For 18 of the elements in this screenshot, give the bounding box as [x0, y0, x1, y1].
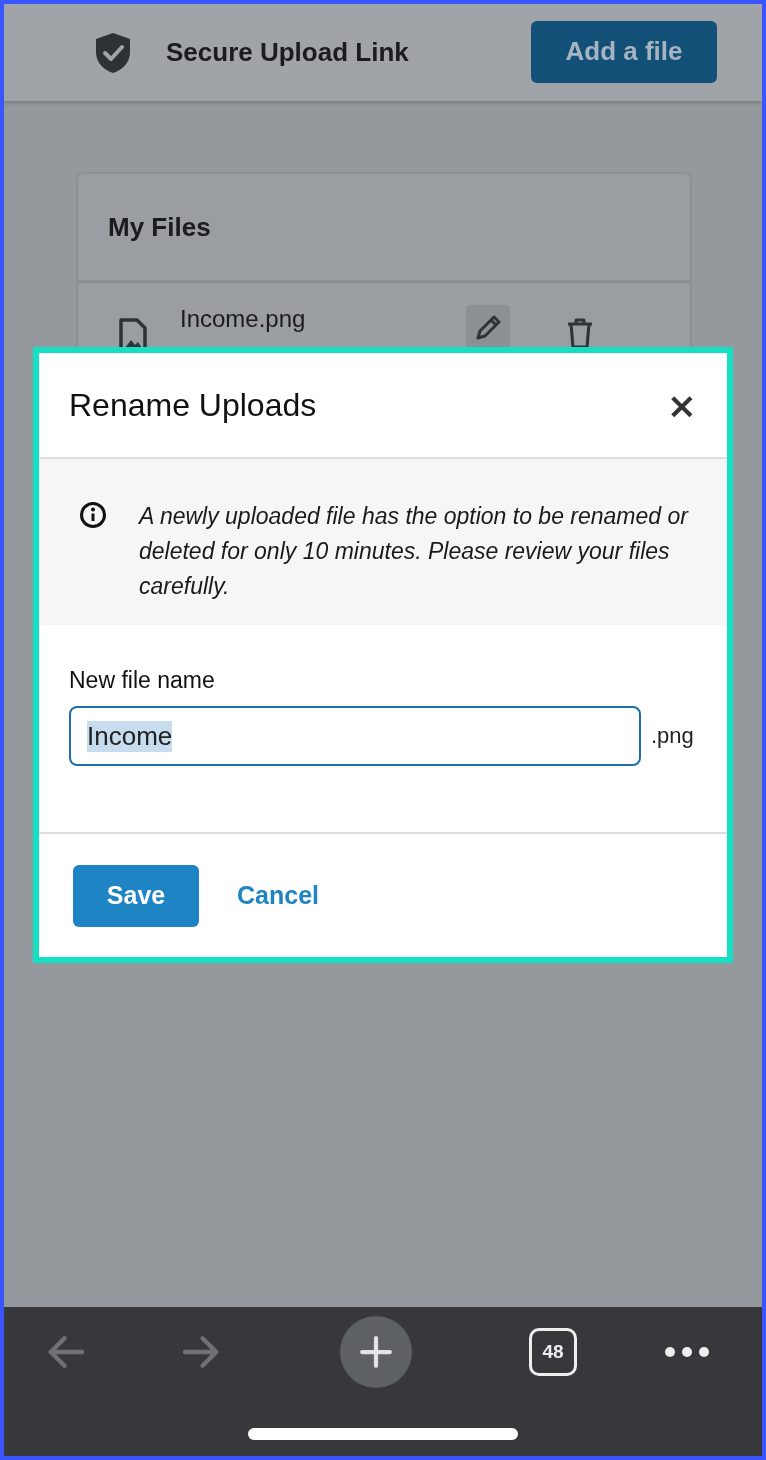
- field-label: New file name: [69, 667, 216, 694]
- save-button[interactable]: Save: [73, 864, 199, 927]
- info-icon: [79, 501, 107, 529]
- trash-icon[interactable]: [565, 317, 595, 349]
- file-name: Income.png: [180, 305, 307, 333]
- tab-count-button[interactable]: 48: [529, 1328, 577, 1376]
- close-button[interactable]: ×: [666, 384, 697, 426]
- add-file-button[interactable]: Add a file: [531, 20, 717, 83]
- file-extension: .png: [651, 723, 694, 749]
- site-title: Secure Upload Link: [166, 37, 409, 68]
- dialog-title: Rename Uploads: [69, 386, 317, 424]
- notice-text: A newly uploaded file has the option to be renamed or deleted for only 10 minutes. Please review your files carefully.: [139, 502, 690, 601]
- file-name-field[interactable]: Income: [69, 706, 641, 766]
- card-title: My Files: [108, 211, 211, 243]
- more-icon[interactable]: [664, 1346, 710, 1358]
- cancel-link[interactable]: Cancel: [237, 881, 319, 910]
- shield-check-icon: [94, 31, 132, 74]
- plus-icon: [359, 1335, 393, 1369]
